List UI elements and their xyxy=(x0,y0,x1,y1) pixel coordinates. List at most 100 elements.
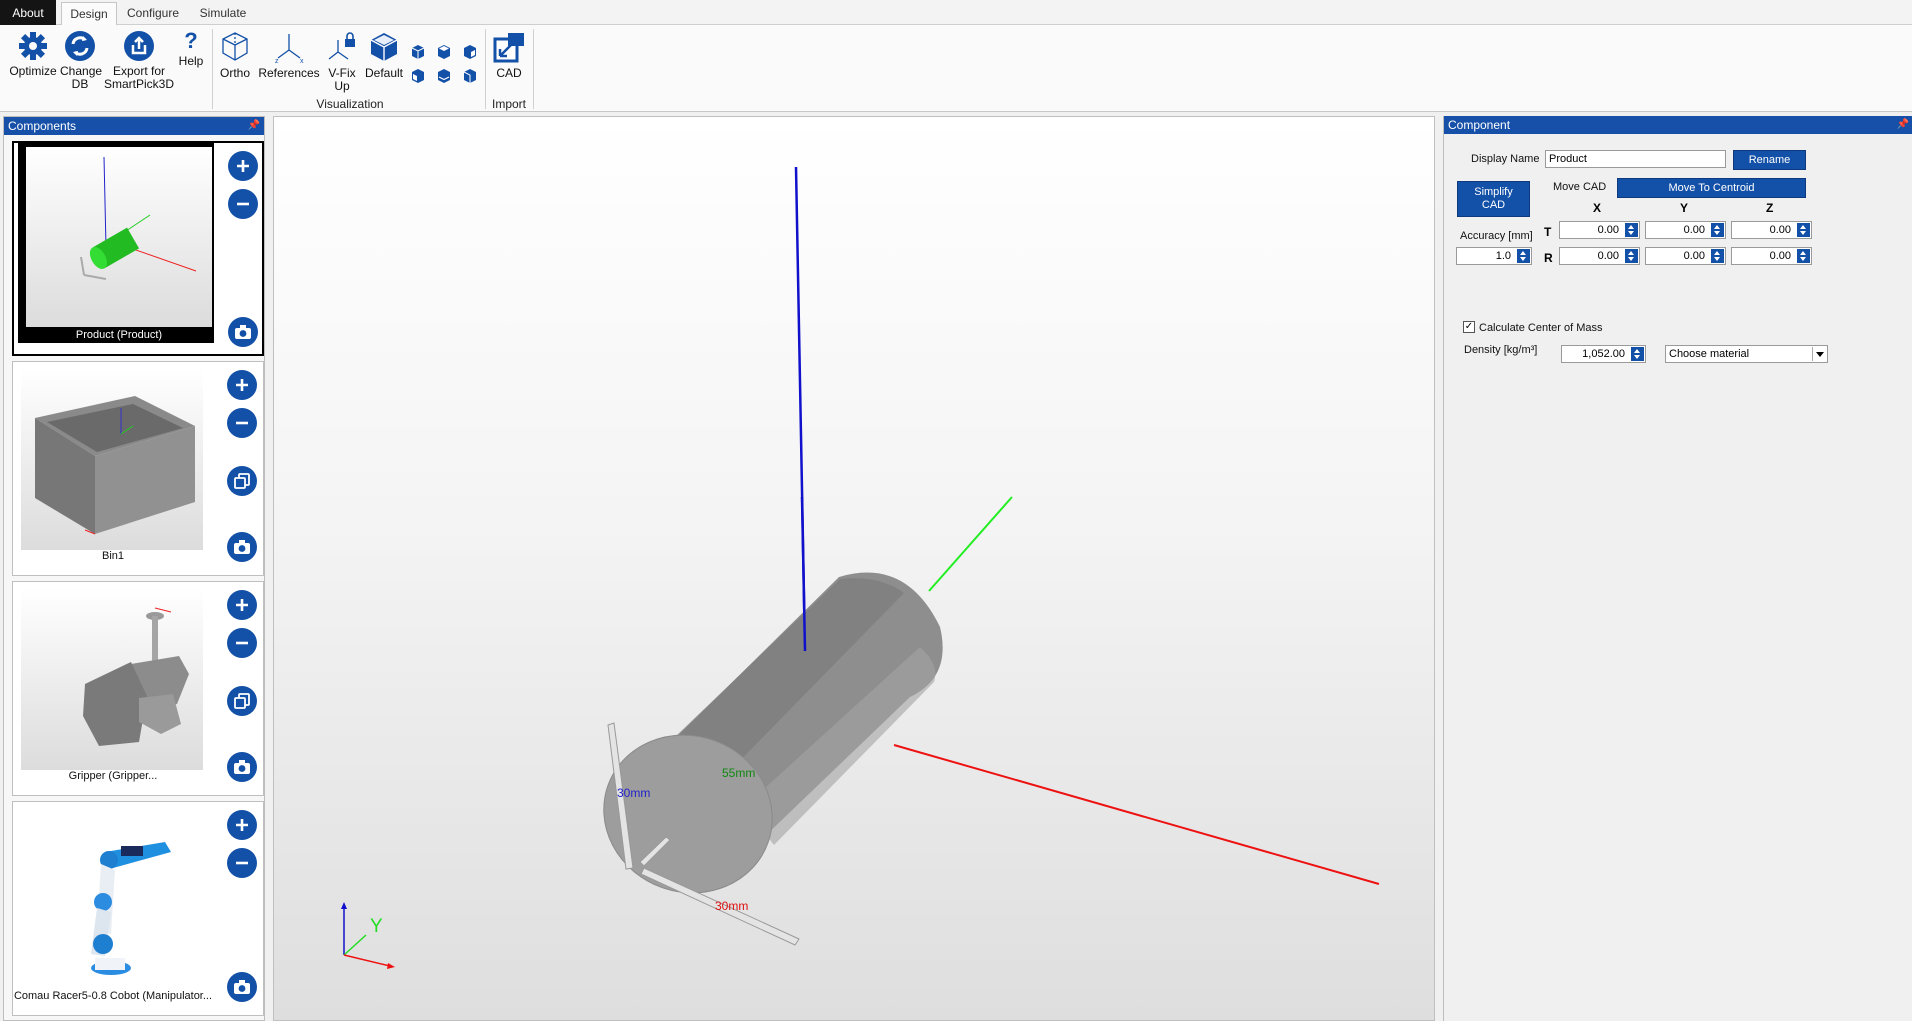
minus-icon xyxy=(236,641,248,645)
robot-thumbnail-image xyxy=(91,842,171,975)
camera-icon xyxy=(234,540,250,554)
tab-configure[interactable]: Configure xyxy=(122,2,184,26)
pin-icon[interactable]: 📌 xyxy=(1897,116,1909,134)
plus-icon xyxy=(236,599,248,611)
snapshot-button[interactable] xyxy=(227,752,257,782)
tab-simulate[interactable]: Simulate xyxy=(192,2,254,26)
tab-design[interactable]: Design xyxy=(61,2,117,26)
accuracy-value: 1.0 xyxy=(1495,250,1511,262)
export-smartpick-button[interactable]: Export for SmartPick3D xyxy=(104,30,174,91)
axis-header-z: Z xyxy=(1766,201,1774,215)
view-right-icon[interactable] xyxy=(460,42,480,62)
gripper-thumbnail-image xyxy=(83,607,189,746)
3d-viewport[interactable]: 30mm 55mm 30mm Y xyxy=(273,116,1435,1021)
ribbon-separator xyxy=(485,29,486,109)
lock-axes-icon xyxy=(328,32,355,60)
optimize-button[interactable]: Optimize xyxy=(8,30,58,78)
change-db-label-2: DB xyxy=(71,77,89,91)
add-button[interactable] xyxy=(228,151,258,181)
cylinder-model[interactable] xyxy=(581,572,943,917)
add-button[interactable] xyxy=(227,810,257,840)
component-card-product[interactable]: Product (Product) xyxy=(12,141,264,356)
view-left-icon[interactable] xyxy=(460,66,480,86)
move-to-centroid-button[interactable]: Move To Centroid xyxy=(1617,178,1806,198)
snapshot-button[interactable] xyxy=(228,317,258,347)
ortho-label: Ortho xyxy=(219,66,250,80)
translate-z-input[interactable]: 0.00 xyxy=(1731,221,1812,239)
density-input[interactable]: 1,052.00 xyxy=(1561,345,1646,363)
references-button[interactable]: zx References xyxy=(258,30,320,80)
rotate-z-spinner[interactable] xyxy=(1797,249,1810,263)
help-button[interactable]: ? Help xyxy=(176,30,206,68)
display-name-label: Display Name xyxy=(1471,153,1540,165)
row-label-translation: T xyxy=(1544,225,1552,239)
duplicate-button[interactable] xyxy=(227,686,257,716)
simplify-cad-button[interactable]: Simplify CAD xyxy=(1457,181,1530,217)
gripper-thumbnail xyxy=(21,588,203,770)
product-thumbnail xyxy=(26,147,212,327)
bin-thumbnail xyxy=(21,368,203,550)
rotate-y-input[interactable]: 0.00 xyxy=(1645,247,1726,265)
help-icon: ? xyxy=(184,30,197,52)
chevron-down-icon[interactable] xyxy=(1812,347,1826,361)
move-cad-label: Move CAD xyxy=(1553,181,1607,193)
translate-z-spinner[interactable] xyxy=(1797,223,1810,237)
translate-x-spinner[interactable] xyxy=(1625,223,1638,237)
add-button[interactable] xyxy=(227,590,257,620)
cad-import-icon xyxy=(493,33,524,63)
minus-icon xyxy=(236,861,248,865)
translate-y-value: 0.00 xyxy=(1683,224,1705,236)
vfix-label-2: Up xyxy=(334,79,350,93)
translate-y-spinner[interactable] xyxy=(1711,223,1724,237)
component-card-gripper[interactable]: Gripper (Gripper... xyxy=(12,581,264,796)
rotate-x-input[interactable]: 0.00 xyxy=(1559,247,1640,265)
3d-scene[interactable]: 30mm 55mm 30mm Y xyxy=(274,117,1436,1021)
v-fix-up-button[interactable]: V-Fix Up xyxy=(324,30,360,93)
view-front-icon[interactable] xyxy=(408,42,428,62)
component-card-robot[interactable]: Comau Racer5-0.8 Cobot (Manipulator... xyxy=(12,801,264,1016)
accuracy-spinner[interactable] xyxy=(1517,249,1530,263)
component-caption: Bin1 xyxy=(101,550,125,562)
view-top-icon[interactable] xyxy=(434,42,454,62)
bin-thumbnail-image xyxy=(35,396,195,535)
material-select[interactable]: Choose material xyxy=(1665,345,1828,363)
translate-z-value: 0.00 xyxy=(1769,224,1791,236)
rotate-x-spinner[interactable] xyxy=(1625,249,1638,263)
density-label: Density [kg/m³] xyxy=(1464,344,1538,356)
rotate-y-spinner[interactable] xyxy=(1711,249,1724,263)
group-import-label: Import xyxy=(491,97,526,111)
import-cad-button[interactable]: CAD xyxy=(490,30,528,80)
remove-button[interactable] xyxy=(227,628,257,658)
svg-text:?: ? xyxy=(184,30,197,52)
remove-button[interactable] xyxy=(227,848,257,878)
ribbon-separator xyxy=(533,29,534,109)
default-view-button[interactable]: Default xyxy=(364,30,404,80)
accuracy-input[interactable]: 1.0 xyxy=(1456,247,1532,265)
optimize-label: Optimize xyxy=(9,64,57,78)
accuracy-label: Accuracy [mm] xyxy=(1460,230,1533,242)
tab-about[interactable]: About xyxy=(0,0,56,26)
orientation-triad: Y xyxy=(341,902,395,969)
refresh-icon xyxy=(65,31,95,61)
component-card-bin[interactable]: Bin1 xyxy=(12,361,264,576)
remove-button[interactable] xyxy=(228,189,258,219)
rotate-z-input[interactable]: 0.00 xyxy=(1731,247,1812,265)
pin-icon[interactable]: 📌 xyxy=(248,117,260,135)
translate-y-input[interactable]: 0.00 xyxy=(1645,221,1726,239)
ortho-button[interactable]: Ortho xyxy=(216,30,254,80)
axes-reference-icon: zx xyxy=(275,34,304,64)
export-label-2: SmartPick3D xyxy=(104,77,175,91)
density-spinner[interactable] xyxy=(1631,347,1644,361)
change-db-button[interactable]: Change DB xyxy=(60,30,102,91)
display-name-input[interactable]: Product xyxy=(1545,150,1726,168)
view-bottom-icon[interactable] xyxy=(434,66,454,86)
calc-com-checkbox[interactable]: ✓ xyxy=(1463,321,1475,333)
snapshot-button[interactable] xyxy=(227,972,257,1002)
remove-button[interactable] xyxy=(227,408,257,438)
view-back-icon[interactable] xyxy=(408,66,428,86)
translate-x-input[interactable]: 0.00 xyxy=(1559,221,1640,239)
add-button[interactable] xyxy=(227,370,257,400)
duplicate-button[interactable] xyxy=(227,466,257,496)
rename-button[interactable]: Rename xyxy=(1733,150,1806,170)
snapshot-button[interactable] xyxy=(227,532,257,562)
